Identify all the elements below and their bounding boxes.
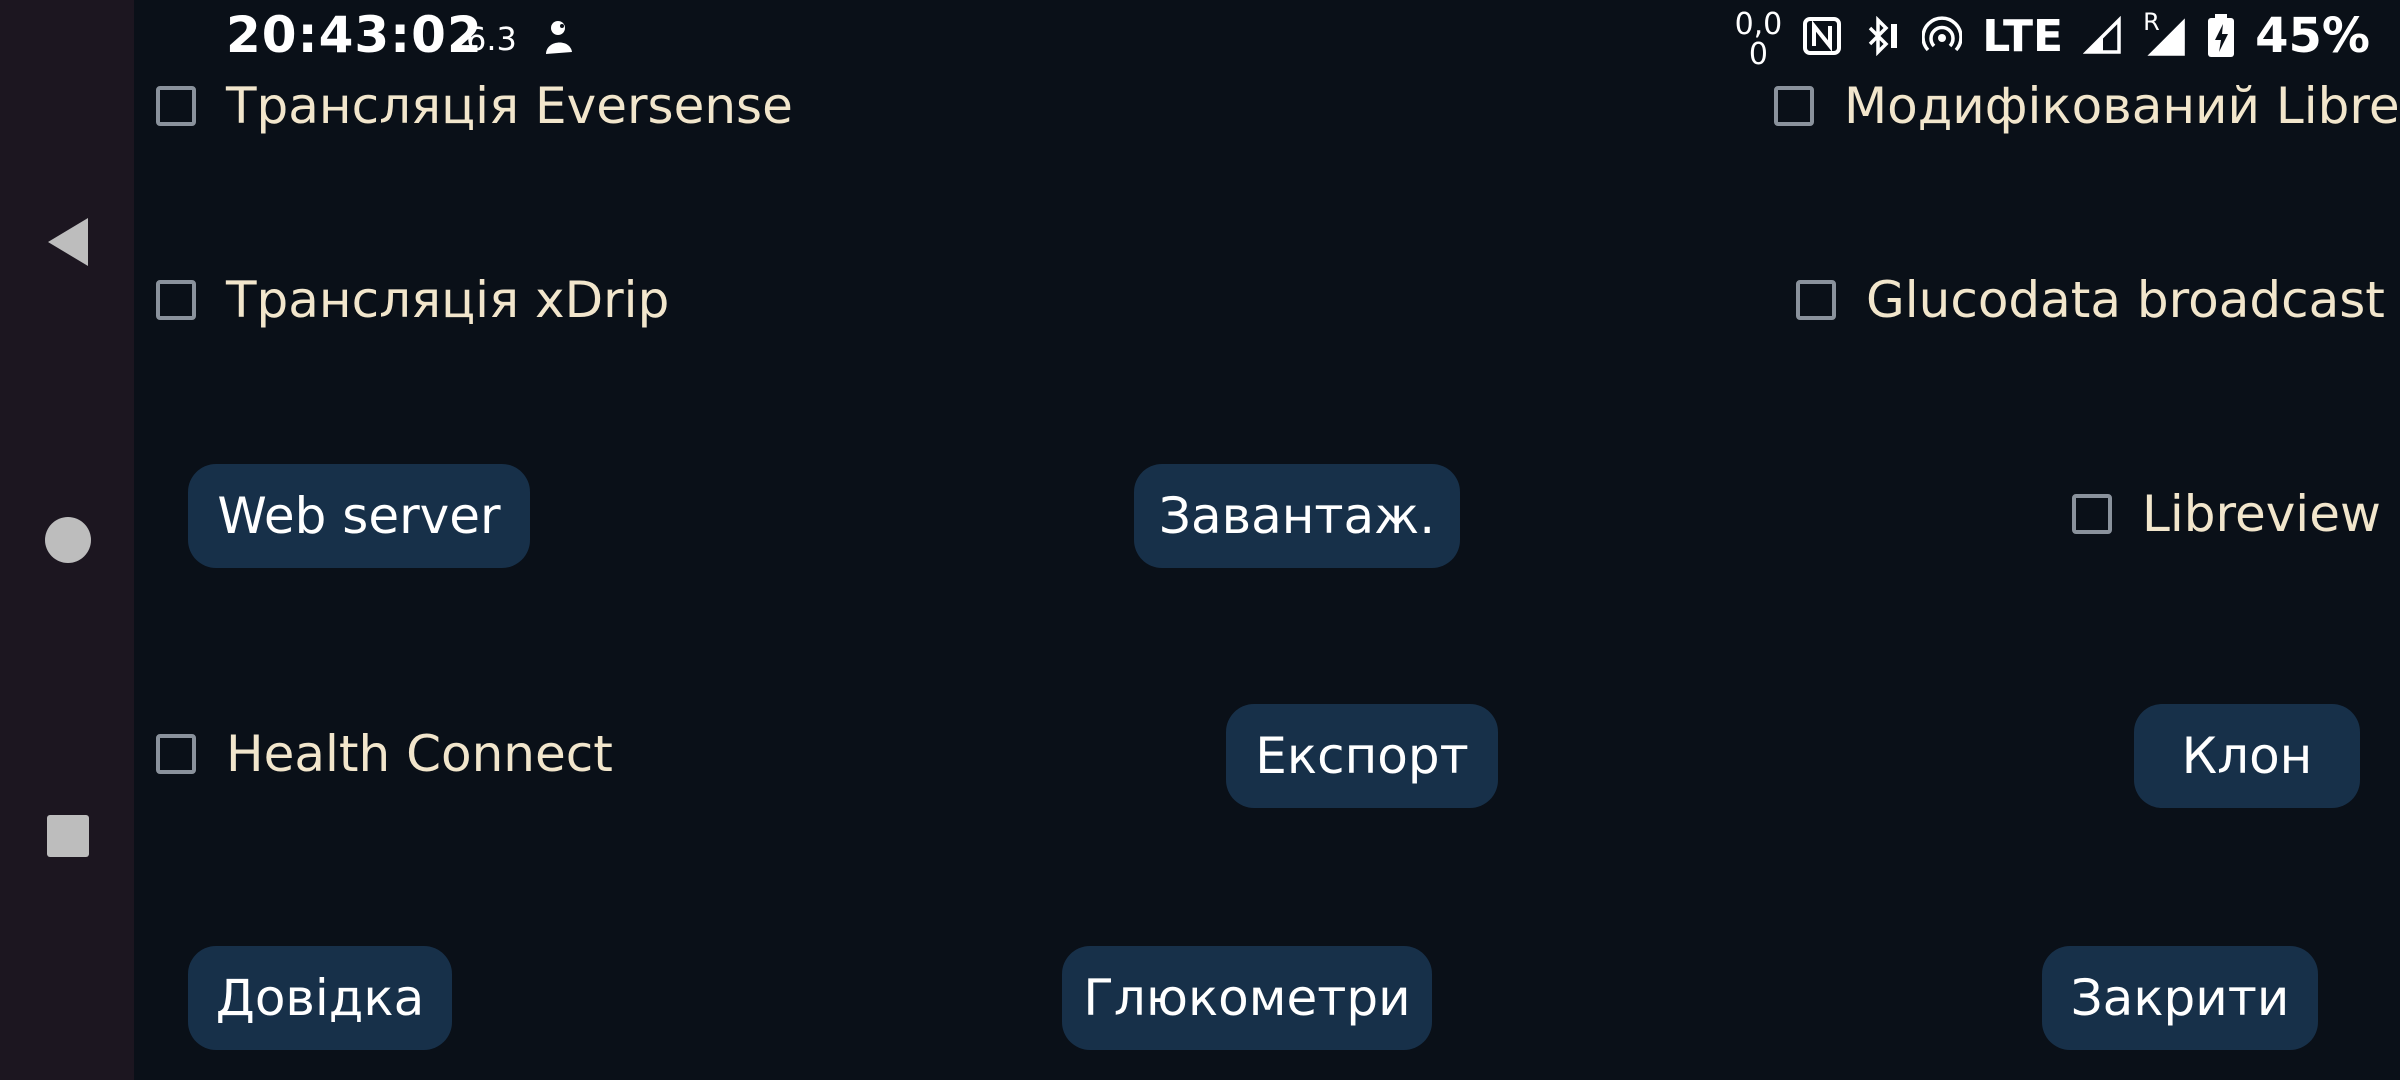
health-connect-checkbox[interactable] — [156, 734, 196, 774]
modified-libre-checkbox[interactable] — [1774, 86, 1814, 126]
roaming-indicator: R — [2143, 8, 2160, 36]
glucodata-broadcast-label: Glucodata broadcast — [1866, 271, 2385, 329]
status-small-text: 6.3 — [466, 20, 517, 58]
glucodata-broadcast-option[interactable]: Glucodata broadcast — [1796, 260, 2385, 340]
nfc-icon — [1803, 17, 1842, 55]
network-speed: 0,0 0 — [1735, 10, 1783, 70]
glucodata-broadcast-checkbox[interactable] — [1796, 280, 1836, 320]
help-button[interactable]: Довідка — [188, 946, 452, 1050]
download-button[interactable]: Завантаж. — [1134, 464, 1460, 568]
health-connect-label: Health Connect — [226, 725, 613, 783]
health-connect-option[interactable]: Health Connect — [156, 714, 613, 794]
glucometers-button[interactable]: Глюкометри — [1062, 946, 1432, 1050]
battery-charging-icon — [2208, 14, 2235, 57]
modified-libre-option[interactable]: Модифікований Libre — [1774, 66, 2400, 146]
back-button[interactable] — [36, 210, 100, 274]
libreview-option[interactable]: Libreview — [2072, 474, 2381, 554]
network-type: LTE — [1982, 10, 2064, 62]
xdrip-broadcast-checkbox[interactable] — [156, 280, 196, 320]
status-time: 20:43:02 — [226, 6, 483, 64]
libreview-label: Libreview — [2142, 485, 2381, 543]
libreview-checkbox[interactable] — [2072, 494, 2112, 534]
recents-icon — [47, 815, 89, 857]
recents-button[interactable] — [36, 804, 100, 868]
back-icon — [48, 218, 88, 266]
xdrip-broadcast-label: Трансляція xDrip — [226, 271, 670, 329]
close-button[interactable]: Закрити — [2042, 946, 2318, 1050]
export-button[interactable]: Експорт — [1226, 704, 1498, 808]
modified-libre-label: Модифікований Libre — [1844, 77, 2400, 135]
xdrip-broadcast-option[interactable]: Трансляція xDrip — [156, 260, 669, 340]
status-bar: 20:43:02 6.3 0,0 0 LTE R 45% — [134, 0, 2400, 72]
eversense-broadcast-option[interactable]: Трансляція Eversense — [156, 66, 793, 146]
home-icon — [45, 517, 91, 563]
clone-button[interactable]: Клон — [2134, 704, 2360, 808]
screen: 20:43:02 6.3 0,0 0 LTE R 45% Трансляція … — [0, 0, 2400, 1080]
app-notification-icon — [546, 21, 572, 54]
eversense-broadcast-checkbox[interactable] — [156, 86, 196, 126]
web-server-button[interactable]: Web server — [188, 464, 530, 568]
hotspot-icon — [1922, 16, 1963, 52]
signal-sim2: R — [2143, 8, 2187, 58]
battery-percent: 45% — [2255, 8, 2370, 64]
eversense-broadcast-label: Трансляція Eversense — [226, 77, 793, 135]
navigation-bar — [0, 0, 134, 1080]
home-button[interactable] — [36, 508, 100, 572]
status-right-icons: 0,0 0 LTE R 45% — [1735, 0, 2370, 72]
signal-sim1-icon — [2083, 16, 2121, 54]
network-speed-value: 0,0 — [1734, 7, 1783, 42]
bluetooth-icon — [1869, 16, 1898, 56]
